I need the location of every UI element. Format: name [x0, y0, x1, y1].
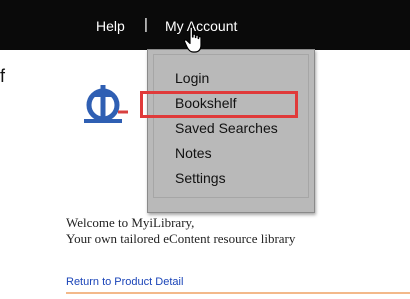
- menu-item-notes[interactable]: Notes: [175, 145, 212, 161]
- section-divider: [66, 292, 410, 294]
- menu-item-login[interactable]: Login: [175, 70, 209, 86]
- welcome-line-1: Welcome to MyiLibrary,: [66, 215, 195, 230]
- bookshelf-highlight-box: [140, 91, 298, 118]
- my-account-dropdown: Login Bookshelf Saved Searches Notes Set…: [147, 49, 315, 213]
- welcome-message: Welcome to MyiLibrary, Your own tailored…: [66, 215, 295, 247]
- welcome-line-2: Your own tailored eContent resource libr…: [66, 231, 296, 246]
- help-link[interactable]: Help: [96, 18, 125, 34]
- hand-pointer-cursor-icon: [183, 26, 202, 53]
- menu-item-saved-searches[interactable]: Saved Searches: [175, 120, 278, 136]
- cut-off-text: f: [0, 66, 6, 86]
- top-nav-bar: Help | My Account: [0, 0, 410, 50]
- return-to-product-detail-link[interactable]: Return to Product Detail: [66, 276, 183, 288]
- nav-separator: |: [144, 16, 148, 33]
- menu-item-settings[interactable]: Settings: [175, 170, 226, 186]
